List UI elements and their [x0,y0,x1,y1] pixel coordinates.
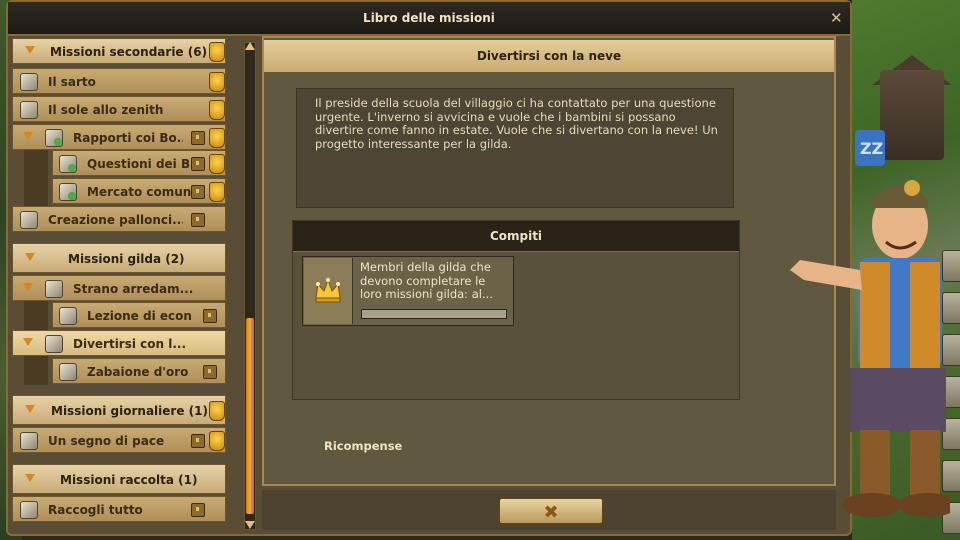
reward-chest-icon [191,434,205,448]
quest-item-segno[interactable]: Un segno di pace [12,427,226,453]
quest-label: Raccogli tutto [48,503,143,517]
group-missioni-raccolta[interactable]: Missioni raccolta (1) [12,464,226,494]
quest-item-strano[interactable]: Strano arredam... [12,275,226,301]
quest-globe-icon [59,183,77,201]
reward-chest-icon [191,157,205,171]
tasks-title: Compiti [489,229,543,243]
titlebar: Libro delle missioni ✕ [8,2,850,36]
quest-item-divertirsi[interactable]: Divertirsi con l... [12,330,226,356]
trophy-icon [209,154,225,174]
group-missioni-secondarie[interactable]: Missioni secondarie (6) [12,38,226,64]
group-label: Missioni raccolta (1) [60,473,198,487]
group-label: Missioni secondarie (6) [50,45,208,59]
group-missioni-giornaliere[interactable]: Missioni giornaliere (1) [12,395,226,425]
quest-label: Il sarto [48,75,96,89]
quest-scroll-icon [45,280,63,298]
chevron-down-icon [25,253,35,261]
mission-title: Divertirsi con la neve [476,49,622,63]
chevron-down-icon [25,474,35,482]
reward-chest-icon [191,131,205,145]
quest-label: Rapporti coi Bo... [73,131,183,145]
quest-label: Lezione di econ... [87,309,191,323]
quest-item-lezione[interactable]: Lezione di econ... [52,302,226,328]
trophy-icon [209,128,225,148]
quest-item-questioni[interactable]: Questioni dei B... [52,150,226,176]
close-icon: ✖ [543,502,559,523]
reward-chest-icon [191,503,205,517]
tasks-header: Compiti [293,221,739,252]
quest-label: Divertirsi con l... [73,337,187,351]
close-button[interactable]: ✖ [498,497,604,525]
quest-item-mercato[interactable]: Mercato comune I [52,178,226,204]
close-icon[interactable]: ✕ [830,9,843,27]
quest-label: Zabaione d'oro [87,365,189,379]
quest-scroll-icon [20,211,38,229]
trophy-icon [209,182,225,202]
quest-globe-icon [59,155,77,173]
chevron-down-icon [25,46,35,54]
group-label: Missioni gilda (2) [68,252,185,266]
quest-scroll-icon [20,501,38,519]
task-description: Membri della gilda che devono completare… [360,260,493,301]
group-missioni-gilda[interactable]: Missioni gilda (2) [12,243,226,273]
character-portrait: ZZ [790,130,950,517]
chevron-down-icon [23,132,33,140]
quest-label: Questioni dei B... [87,157,191,171]
quest-item-raccogli[interactable]: Raccogli tutto [12,496,226,522]
scrollbar-thumb[interactable] [246,318,254,514]
quest-globe-icon [45,129,63,147]
quest-scroll-icon [20,73,38,91]
trophy-icon [209,72,225,92]
reward-chest-icon [203,365,217,379]
trophy-icon [209,100,225,120]
mission-description: Il preside della scuola del villaggio ci… [315,96,718,151]
quest-scroll-icon [45,335,63,353]
quest-item-il-sarto[interactable]: Il sarto [12,68,226,94]
quest-scroll-icon [20,101,38,119]
crown-icon [315,278,341,303]
reward-chest-icon [191,213,205,227]
quest-label: Un segno di pace [48,434,165,448]
trophy-icon [209,401,225,421]
quest-scroll-icon [20,432,38,450]
scroll-up-icon[interactable] [245,42,255,50]
quest-scroll-icon [59,307,77,325]
task-crown-tile [304,258,353,324]
quest-label: Strano arredam... [73,282,194,296]
mission-header: Divertirsi con la neve [264,40,834,73]
description-box: Il preside della scuola del villaggio ci… [296,88,734,208]
trophy-icon [209,431,225,451]
rewards-label: Ricompense [324,439,403,453]
reward-chest-icon [203,309,217,323]
quest-label: Creazione pallonci... [48,213,183,227]
chevron-down-icon [25,405,35,413]
task-progress-bar [361,309,507,319]
svg-text:ZZ: ZZ [860,139,883,158]
quest-item-zabaione[interactable]: Zabaione d'oro [52,358,226,384]
quest-label: Il sole allo zenith [48,103,164,117]
quest-label: Mercato comune I [87,185,191,199]
scroll-down-icon[interactable] [245,521,255,529]
quest-item-creazione[interactable]: Creazione pallonci... [12,206,226,232]
reward-chest-icon [191,185,205,199]
quest-item-il-sole[interactable]: Il sole allo zenith [12,96,226,122]
window-title: Libro delle missioni [363,11,495,25]
chevron-down-icon [23,283,33,291]
trophy-icon [209,42,225,62]
quest-scroll-icon [59,363,77,381]
quest-item-rapporti[interactable]: Rapporti coi Bo... [12,124,226,150]
group-label: Missioni giornaliere (1) [51,404,208,418]
chevron-down-icon [23,338,33,346]
indent-bar [24,150,48,206]
